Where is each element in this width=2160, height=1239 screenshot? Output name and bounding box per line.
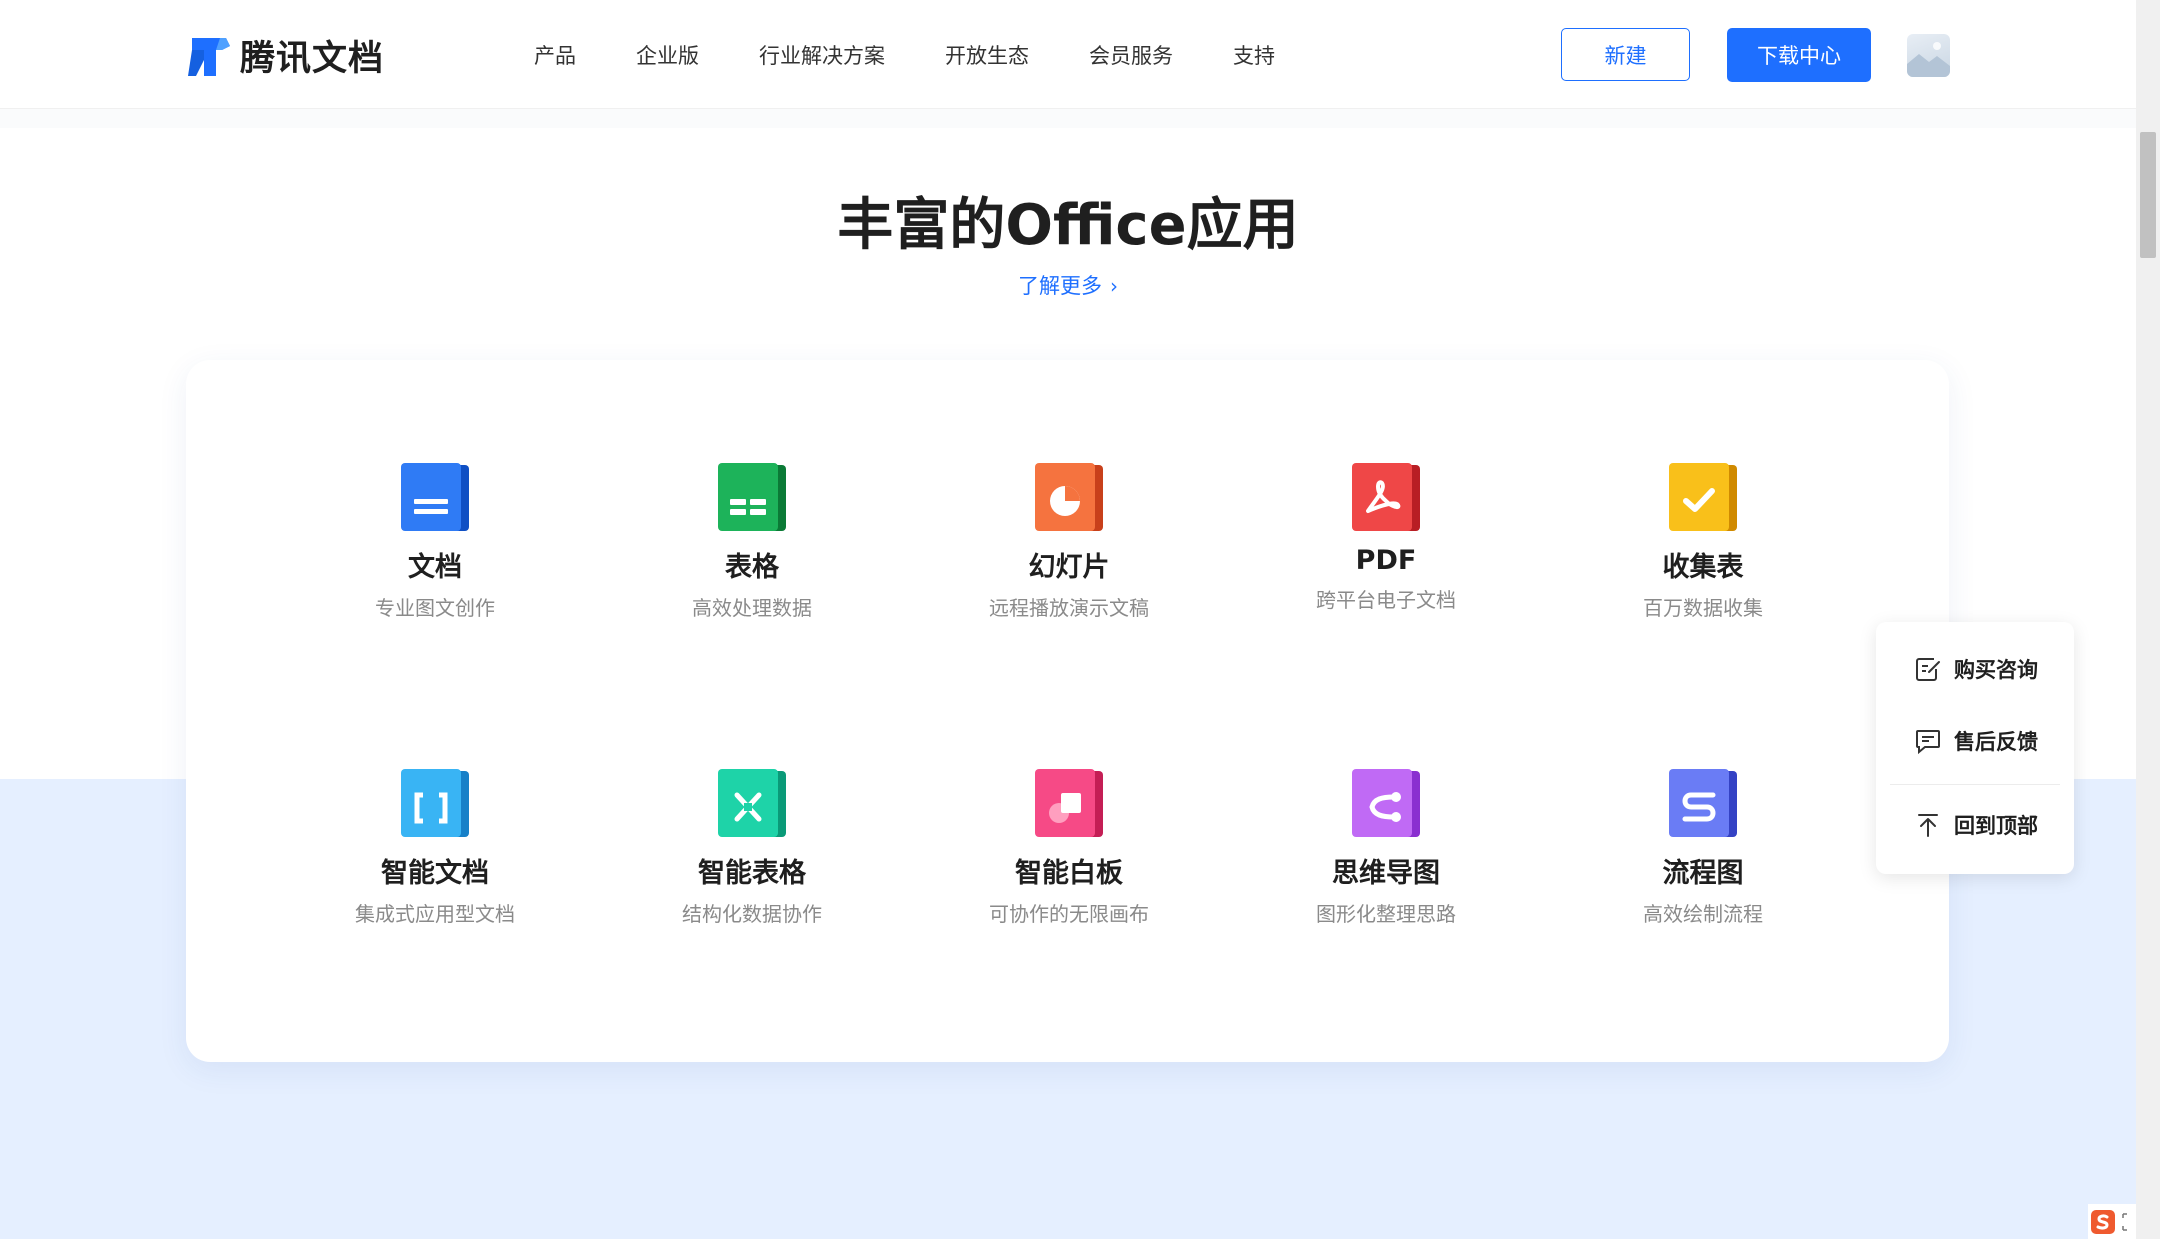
app-smart-doc[interactable]: 智能文档 集成式应用型文档 xyxy=(315,769,555,927)
app-desc: 百万数据收集 xyxy=(1643,596,1763,620)
page: 腾讯文档 产品 企业版 行业解决方案 开放生态 会员服务 支持 新建 下载中心 … xyxy=(0,0,2136,1239)
app-form[interactable]: 收集表 百万数据收集 xyxy=(1583,463,1823,621)
sheet-icon xyxy=(718,463,786,531)
chevron-right-icon: › xyxy=(1110,274,1118,298)
app-flowchart[interactable]: 流程图 高效绘制流程 xyxy=(1583,769,1823,927)
app-desc: 专业图文创作 xyxy=(375,596,495,620)
nav-item-ecosystem[interactable]: 开放生态 xyxy=(945,40,1029,70)
doc-icon xyxy=(401,463,469,531)
app-doc[interactable]: 文档 专业图文创作 xyxy=(315,463,555,621)
avatar-placeholder-icon xyxy=(1907,42,1950,77)
app-desc: 可协作的无限画布 xyxy=(989,902,1149,926)
app-name: 表格 xyxy=(725,552,779,583)
panel-divider xyxy=(1890,784,2060,785)
app-name: PDF xyxy=(1355,545,1417,576)
avatar[interactable] xyxy=(1907,34,1950,77)
after-sales-feedback-label: 售后反馈 xyxy=(1954,730,2038,754)
app-slides[interactable]: 幻灯片 远程播放演示文稿 xyxy=(949,463,1189,621)
edit-note-icon xyxy=(1916,658,1940,681)
learn-more-link[interactable]: 了解更多 › xyxy=(0,270,2136,300)
app-desc: 集成式应用型文档 xyxy=(355,902,515,926)
app-smart-sheet[interactable]: 智能表格 结构化数据协作 xyxy=(632,769,872,927)
app-name: 流程图 xyxy=(1662,858,1744,889)
app-name: 思维导图 xyxy=(1332,858,1440,889)
smart-sheet-icon xyxy=(718,769,786,837)
mindmap-icon xyxy=(1352,769,1420,837)
app-name: 智能表格 xyxy=(698,858,806,889)
tencent-docs-logo-icon xyxy=(188,37,230,76)
brand-logo[interactable]: 腾讯文档 xyxy=(186,30,384,81)
app-name: 智能文档 xyxy=(381,858,489,889)
app-sheet[interactable]: 表格 高效处理数据 xyxy=(632,463,872,621)
app-mindmap[interactable]: 思维导图 图形化整理思路 xyxy=(1266,769,1506,927)
app-desc: 结构化数据协作 xyxy=(682,902,822,926)
app-name: 收集表 xyxy=(1662,552,1744,583)
ime-toolbar[interactable] xyxy=(2088,1204,2136,1239)
pdf-icon xyxy=(1352,463,1420,531)
app-desc: 高效处理数据 xyxy=(692,596,812,620)
app-name: 幻灯片 xyxy=(1028,552,1110,583)
nav-item-enterprise[interactable]: 企业版 xyxy=(636,40,699,70)
purchase-consult-label: 购买咨询 xyxy=(1954,658,2038,682)
whiteboard-icon xyxy=(1035,769,1103,837)
new-button[interactable]: 新建 xyxy=(1561,28,1690,81)
nav-item-product[interactable]: 产品 xyxy=(534,40,576,70)
main-nav: 产品 企业版 行业解决方案 开放生态 会员服务 支持 xyxy=(534,40,1335,70)
app-desc: 高效绘制流程 xyxy=(1643,902,1763,926)
app-whiteboard[interactable]: 智能白板 可协作的无限画布 xyxy=(949,769,1189,927)
arrow-up-to-top-icon xyxy=(1918,814,1938,837)
after-sales-feedback-button[interactable]: 售后反馈 xyxy=(1914,726,2038,756)
nav-item-solutions[interactable]: 行业解决方案 xyxy=(759,40,885,70)
sogou-ime-icon xyxy=(2091,1209,2115,1234)
section-title: 丰富的Office应用 xyxy=(837,193,1299,258)
page-scrollbar[interactable] xyxy=(2136,0,2160,1239)
app-pdf[interactable]: PDF 跨平台电子文档 xyxy=(1266,463,1506,613)
nav-item-support[interactable]: 支持 xyxy=(1233,40,1275,70)
chat-bubble-icon xyxy=(1916,730,1940,755)
back-to-top-button[interactable]: 回到顶部 xyxy=(1914,810,2038,840)
back-to-top-label: 回到顶部 xyxy=(1954,814,2038,838)
scrollbar-thumb[interactable] xyxy=(2140,132,2156,258)
app-name: 智能白板 xyxy=(1015,858,1123,889)
expand-icon xyxy=(2122,1212,2127,1231)
purchase-consult-button[interactable]: 购买咨询 xyxy=(1914,654,2038,684)
brand-name: 腾讯文档 xyxy=(240,39,385,79)
apps-card: 文档 专业图文创作 表格 高效处理数据 幻灯片 远程播放演示文稿 PDF 跨平台… xyxy=(186,360,1949,1062)
app-desc: 远程播放演示文稿 xyxy=(989,596,1149,620)
app-name: 文档 xyxy=(408,552,462,583)
download-center-button[interactable]: 下载中心 xyxy=(1727,28,1871,82)
form-icon xyxy=(1669,463,1737,531)
learn-more-label: 了解更多 xyxy=(1018,274,1102,298)
flowchart-icon xyxy=(1669,769,1737,837)
slides-icon xyxy=(1035,463,1103,531)
app-desc: 图形化整理思路 xyxy=(1316,902,1456,926)
app-desc: 跨平台电子文档 xyxy=(1316,588,1456,612)
floating-service-panel: 购买咨询 售后反馈 回到顶部 xyxy=(1876,622,2074,874)
smart-doc-icon xyxy=(401,769,469,837)
nav-item-membership[interactable]: 会员服务 xyxy=(1089,40,1173,70)
top-header: 腾讯文档 产品 企业版 行业解决方案 开放生态 会员服务 支持 新建 下载中心 xyxy=(0,0,2136,108)
